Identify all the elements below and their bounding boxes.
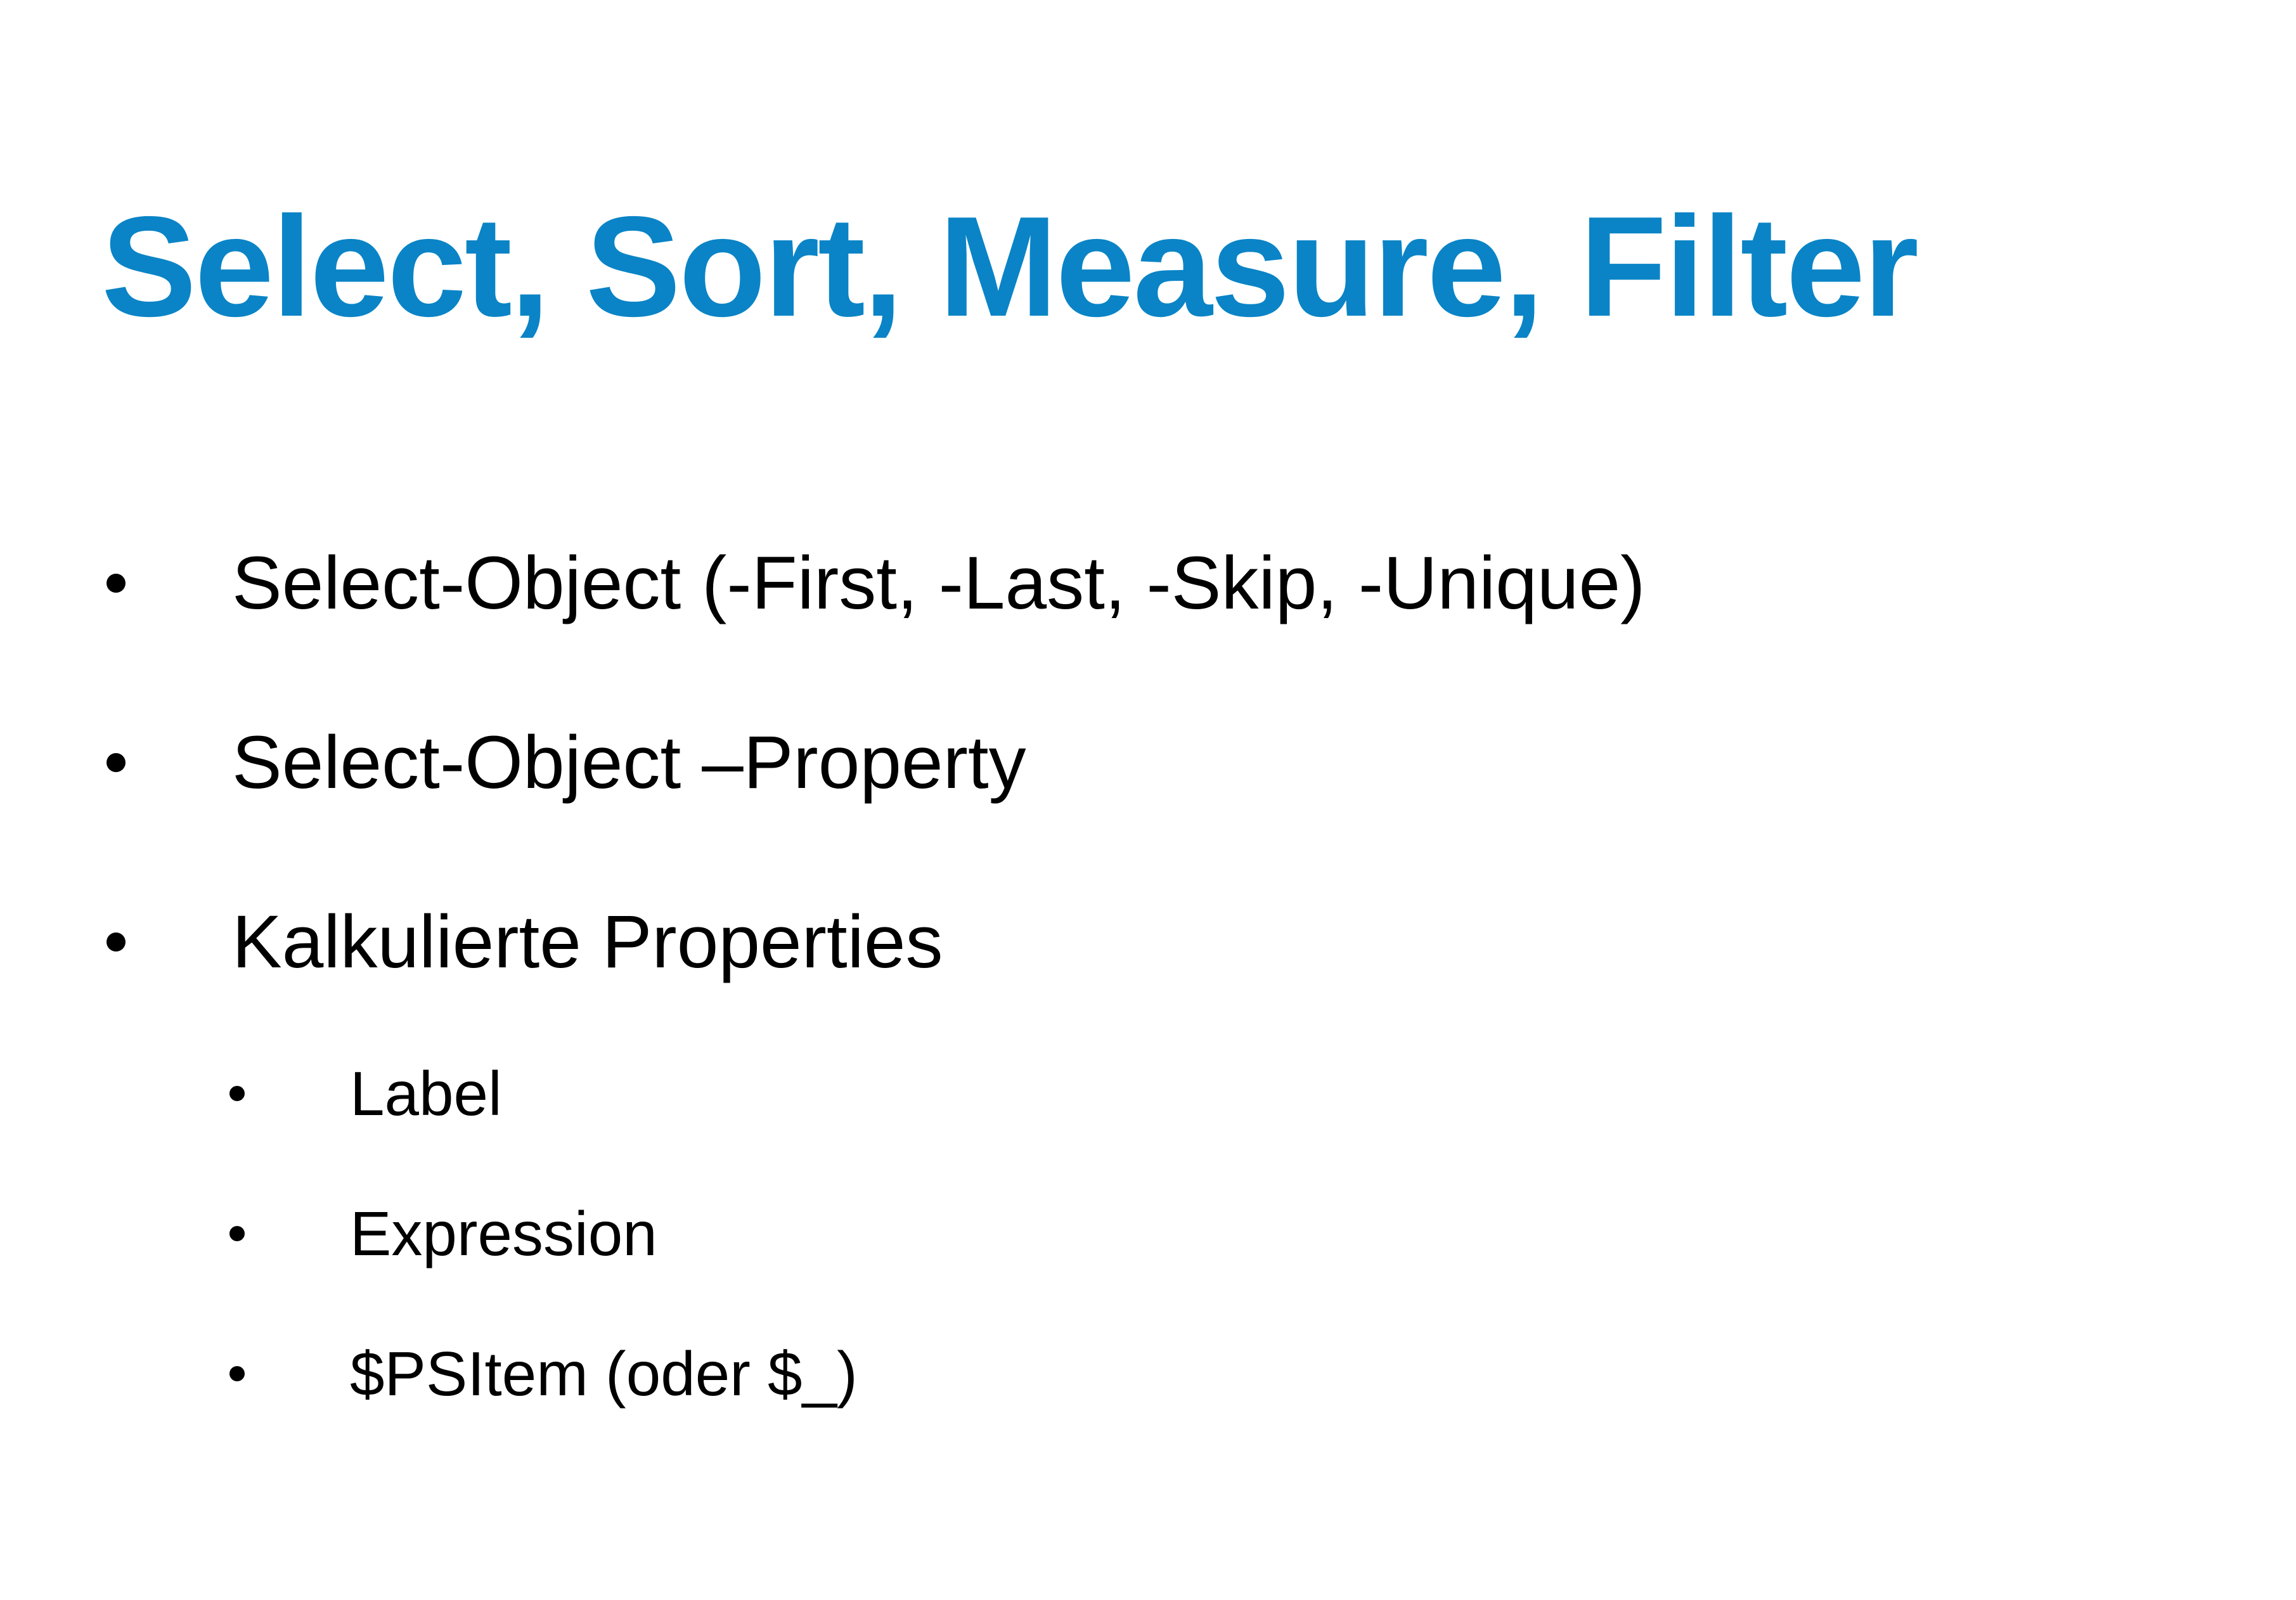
bullet-dot-icon <box>106 753 126 772</box>
sub-bullet-item-expression: Expression <box>229 1196 657 1272</box>
bullet-dot-icon <box>229 1086 245 1101</box>
sub-bullet-item-psitem: $PSItem (oder $_) <box>229 1336 858 1412</box>
slide: Select, Sort, Measure, Filter Select-Obj… <box>0 0 2296 1600</box>
bullet-item-select-object-property: Select-Object –Property <box>106 718 1026 807</box>
bullet-dot-icon <box>229 1366 245 1381</box>
bullet-text: Select-Object (-First, -Last, -Skip, -Un… <box>232 541 1646 625</box>
bullet-item-calculated-properties: Kalkulierte Properties <box>106 898 943 986</box>
sub-bullet-item-label: Label <box>229 1055 502 1132</box>
bullet-text: $PSItem (oder $_) <box>350 1339 858 1409</box>
bullet-item-select-object: Select-Object (-First, -Last, -Skip, -Un… <box>106 539 1645 628</box>
bullet-text: Kalkulierte Properties <box>232 900 943 984</box>
bullet-text: Select-Object –Property <box>232 721 1026 804</box>
slide-title: Select, Sort, Measure, Filter <box>101 186 1919 346</box>
bullet-text: Label <box>350 1059 502 1128</box>
bullet-dot-icon <box>106 574 126 593</box>
bullet-text: Expression <box>350 1199 657 1268</box>
bullet-dot-icon <box>229 1226 245 1241</box>
bullet-dot-icon <box>106 932 126 952</box>
